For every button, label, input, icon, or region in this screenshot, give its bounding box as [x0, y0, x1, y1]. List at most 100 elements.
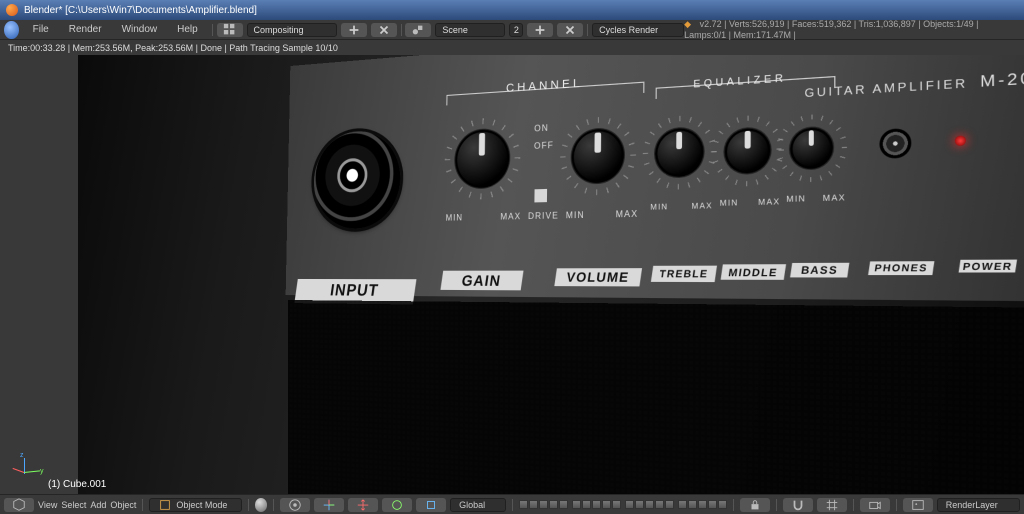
image-icon: [911, 498, 925, 512]
blender-logo-icon: ◆: [684, 19, 691, 29]
volume-label: VOLUME: [554, 268, 642, 286]
stats-text: Verts:526,919 | Faces:519,362 | Tris:1,0…: [684, 19, 978, 40]
scene-browse[interactable]: [405, 23, 431, 37]
screen-layout-browse[interactable]: [217, 23, 243, 37]
plus-icon: [347, 23, 361, 37]
x-icon: [377, 23, 391, 37]
window-titlebar: Blender* [C:\Users\Win7\Documents\Amplif…: [0, 0, 1024, 20]
gain-label: GAIN: [440, 271, 523, 291]
axis-z-label: z: [20, 452, 24, 459]
bass-label: BASS: [790, 263, 849, 278]
bass-max: MAX: [823, 194, 846, 203]
render-engine-dropdown[interactable]: Cycles Render: [592, 23, 684, 37]
active-object-name: (1) Cube.001: [48, 479, 106, 490]
lock-icon: [748, 498, 762, 512]
power-led: [955, 135, 966, 146]
phones-label: PHONES: [868, 261, 934, 275]
brand-text: GUITAR AMPLIFIER M-20: [805, 68, 1024, 100]
menu-window[interactable]: Window: [112, 24, 168, 35]
gain-min: MIN: [446, 213, 463, 223]
speaker-grille: [288, 300, 1024, 494]
screen-layout-add[interactable]: [341, 23, 367, 37]
render-border-icon[interactable]: [860, 498, 890, 512]
scene-stats: ◆ v2.72 | Verts:526,919 | Faces:519,362 …: [684, 19, 1024, 40]
middle-knob: [725, 127, 771, 174]
menu-render[interactable]: Render: [59, 24, 112, 35]
middle-label: MIDDLE: [721, 264, 786, 280]
object-mode-icon: [158, 498, 172, 512]
gain-knob: [455, 128, 510, 188]
menu-select[interactable]: Select: [61, 500, 86, 510]
transform-translate[interactable]: [348, 498, 378, 512]
bass-min: MIN: [786, 195, 806, 204]
scene-remove[interactable]: [557, 23, 583, 37]
amplifier-body: CHANNEL EQUALIZER GUITAR AMPLIFIER M-20 …: [78, 55, 1024, 494]
menu-view[interactable]: View: [38, 500, 57, 510]
blender-app-icon: [6, 4, 18, 16]
render-layer-field[interactable]: RenderLayer: [937, 498, 1020, 512]
scene-field[interactable]: Scene: [435, 23, 505, 37]
vol-min: MIN: [566, 210, 585, 220]
snap-element-dropdown[interactable]: [817, 498, 847, 512]
grid-icon: [223, 23, 237, 37]
viewport-shading-dropdown[interactable]: [255, 498, 268, 512]
treb-min: MIN: [650, 204, 668, 212]
axis-gizmo: z y: [10, 458, 40, 488]
lock-camera-icon[interactable]: [740, 498, 770, 512]
off-label: OFF: [534, 140, 554, 151]
input-jack: [313, 129, 401, 229]
on-label: ON: [534, 123, 549, 134]
screen-layout-field[interactable]: Compositing: [247, 23, 337, 37]
scene-add[interactable]: [527, 23, 553, 37]
snap-toggle[interactable]: [783, 498, 813, 512]
editor-type-dropdown[interactable]: [4, 498, 34, 512]
top-menubar: File Render Window Help Compositing Scen…: [0, 20, 1024, 40]
layer-buttons-row2[interactable]: [625, 500, 727, 509]
brand-line1: GUITAR AMPLIFIER: [805, 77, 968, 100]
rotate-icon: [390, 498, 404, 512]
menu-object[interactable]: Object: [110, 500, 136, 510]
orientation-dropdown[interactable]: Global: [450, 498, 506, 512]
magnet-icon: [791, 498, 805, 512]
mode-label: Object Mode: [176, 500, 227, 510]
mode-dropdown[interactable]: Object Mode: [149, 498, 241, 512]
gain-max: MAX: [500, 212, 521, 222]
scale-icon: [424, 498, 438, 512]
version-text: v2.72: [700, 19, 722, 29]
treble-label: TREBLE: [651, 266, 717, 282]
info-header-icon[interactable]: [4, 21, 19, 39]
arrows-icon: [356, 498, 370, 512]
window-title: Blender* [C:\Users\Win7\Documents\Amplif…: [24, 5, 257, 16]
power-label: POWER: [959, 260, 1017, 273]
treb-max: MAX: [691, 202, 712, 211]
treble-knob: [655, 127, 704, 177]
pivot-icon: [288, 498, 302, 512]
vol-max: MAX: [616, 209, 639, 220]
render-status-text: Time:00:33.28 | Mem:253.56M, Peak:253.56…: [8, 43, 338, 53]
render-info-bar: Time:00:33.28 | Mem:253.56M, Peak:253.56…: [0, 40, 1024, 55]
menu-file[interactable]: File: [23, 24, 59, 35]
bass-knob: [790, 127, 833, 170]
render-slot-browse[interactable]: [903, 498, 933, 512]
pivot-dropdown[interactable]: [280, 498, 310, 512]
viewport-3d[interactable]: CHANNEL EQUALIZER GUITAR AMPLIFIER M-20 …: [0, 55, 1024, 494]
cube-icon: [12, 498, 26, 512]
transform-scale[interactable]: [416, 498, 446, 512]
drive-switch: [534, 189, 547, 203]
transform-rotate[interactable]: [382, 498, 412, 512]
x-icon: [563, 23, 577, 37]
mid-min: MIN: [720, 199, 739, 208]
menu-add[interactable]: Add: [90, 500, 106, 510]
phones-jack: [879, 128, 911, 159]
menu-help[interactable]: Help: [167, 24, 208, 35]
manipulator-toggle[interactable]: [314, 498, 344, 512]
manipulator-icon: [322, 498, 336, 512]
layer-buttons[interactable]: [519, 500, 621, 509]
scene-icon: [411, 23, 425, 37]
viewport-header: View Select Add Object Object Mode Globa…: [0, 494, 1024, 514]
screen-layout-remove[interactable]: [371, 23, 397, 37]
drive-label: DRIVE: [528, 211, 559, 222]
grid-snap-icon: [825, 498, 839, 512]
amplifier-control-panel: CHANNEL EQUALIZER GUITAR AMPLIFIER M-20 …: [286, 55, 1024, 301]
mid-max: MAX: [758, 198, 780, 207]
